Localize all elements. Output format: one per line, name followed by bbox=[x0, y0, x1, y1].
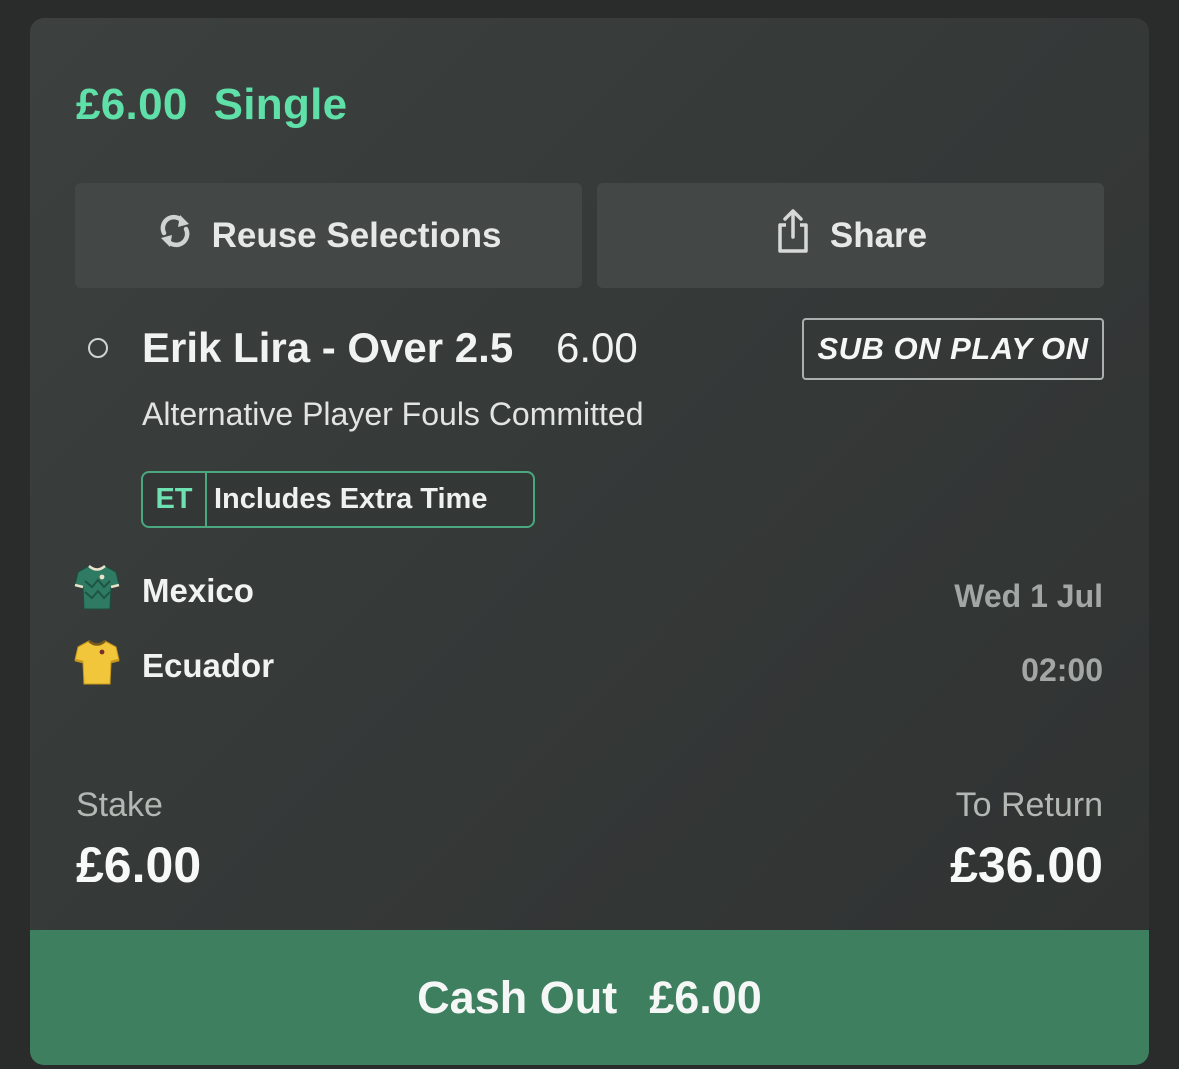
to-return-label: To Return bbox=[955, 786, 1103, 824]
selection-title: Erik Lira - Over 2.5 bbox=[142, 324, 514, 371]
selection-status-indicator bbox=[88, 338, 108, 358]
stake-label: Stake bbox=[76, 786, 163, 824]
bet-card: £6.00 Single Reuse Selections Share Erik … bbox=[30, 18, 1149, 1065]
bet-type: Single bbox=[213, 80, 348, 129]
home-team-name: Mexico bbox=[142, 572, 254, 609]
refresh-icon bbox=[156, 211, 212, 260]
away-team-name: Ecuador bbox=[142, 647, 275, 684]
match-date: Wed 1 Jul bbox=[954, 578, 1103, 614]
away-team: Ecuador bbox=[74, 638, 274, 694]
to-return-value: £36.00 bbox=[950, 837, 1103, 893]
bet-stake-amount: £6.00 bbox=[76, 80, 188, 129]
match-time: 02:00 bbox=[1021, 652, 1103, 688]
share-button[interactable]: Share bbox=[597, 183, 1104, 288]
yellow-shirt-icon bbox=[74, 638, 142, 694]
green-shirt-icon bbox=[74, 563, 142, 619]
share-label: Share bbox=[829, 215, 928, 255]
market-name: Alternative Player Fouls Committed bbox=[142, 396, 644, 432]
reuse-selections-label: Reuse Selections bbox=[211, 215, 502, 255]
selection-odds: 6.00 bbox=[556, 324, 638, 371]
extra-time-badge: ET Includes Extra Time bbox=[141, 471, 535, 528]
cash-out-amount: £6.00 bbox=[649, 971, 762, 1023]
cash-out-label: Cash Out bbox=[417, 971, 618, 1023]
reuse-selections-button[interactable]: Reuse Selections bbox=[75, 183, 582, 288]
share-icon bbox=[774, 207, 830, 264]
stake-value: £6.00 bbox=[76, 837, 202, 893]
cash-out-button[interactable]: Cash Out £6.00 bbox=[30, 930, 1149, 1065]
sub-on-play-on-badge[interactable]: SUB ON PLAY ON bbox=[802, 318, 1104, 380]
extra-time-code: ET bbox=[143, 473, 207, 526]
bet-header: £6.00 Single bbox=[76, 80, 347, 130]
home-team: Mexico bbox=[74, 563, 254, 619]
extra-time-label: Includes Extra Time bbox=[214, 483, 488, 515]
